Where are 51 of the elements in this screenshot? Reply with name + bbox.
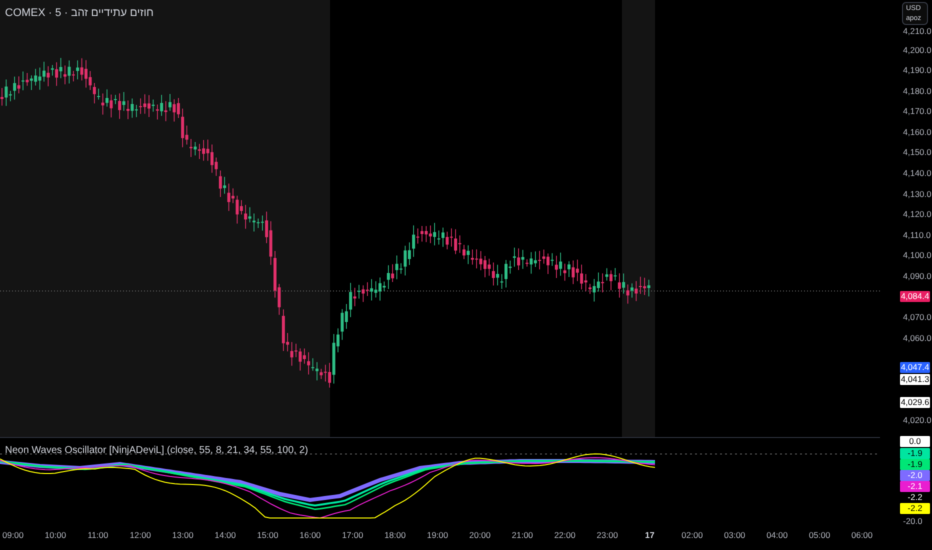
price-badge: 4,047.4 xyxy=(900,362,930,372)
time-tick: 10:00 xyxy=(44,529,66,542)
time-tick: 16:00 xyxy=(300,529,321,542)
price-tick: 4,150.0 xyxy=(903,147,932,158)
price-tick: 4,070.0 xyxy=(903,312,932,322)
time-tick: 05:00 xyxy=(808,529,830,542)
time-tick: 03:00 xyxy=(724,529,746,542)
price-tick: 4,170.0 xyxy=(903,106,932,116)
time-tick: 19:00 xyxy=(426,529,448,542)
chart-title: COMEX · 5 · חוזים עתידיים זהב xyxy=(5,6,154,21)
price-tick: 4,090.0 xyxy=(903,270,932,281)
time-tick: 11:00 xyxy=(88,529,108,542)
indicator-badge: -1.9 xyxy=(900,448,930,458)
price-tick: 4,140.0 xyxy=(903,168,932,178)
indicator-badge: -2.1 xyxy=(900,480,930,492)
time-tick: 17 xyxy=(645,529,654,542)
indicator-badge: 0.0 xyxy=(900,436,930,446)
time-tick: 14:00 xyxy=(214,529,236,542)
time-tick: 13:00 xyxy=(172,529,194,542)
price-badge: 4,041.3 xyxy=(900,374,930,384)
time-tick: 06:00 xyxy=(851,529,873,542)
indicator-badge: -2.2 xyxy=(900,502,930,514)
time-tick: 17:00 xyxy=(342,529,364,542)
time-tick: 04:00 xyxy=(766,529,788,542)
price-tick: 4,200.0 xyxy=(903,44,932,55)
price-tick: 4,120.0 xyxy=(903,209,932,220)
indicator-badge: -2.2 xyxy=(900,492,930,502)
time-tick: 22:00 xyxy=(554,529,576,542)
price-tick: 4,210.0 xyxy=(903,26,932,36)
time-tick: 09:00 xyxy=(2,529,24,542)
price-badge: 4,084.4 xyxy=(900,290,930,302)
price-tick: 4,180.0 xyxy=(903,86,932,96)
indicator-tick: -20.0 xyxy=(903,516,922,526)
indicator-title: Neon Waves Oscillator [NinjADeviL] (close, 55, 8, 21, 34, 55, 100, 2) xyxy=(5,444,308,458)
price-badge: 4,029.6 xyxy=(900,396,930,408)
price-tick: 4,160.0 xyxy=(903,126,932,137)
price-tick: 4,100.0 xyxy=(903,250,932,260)
price-tick: 4,060.0 xyxy=(903,332,932,343)
time-tick: 02:00 xyxy=(682,529,703,542)
price-tick: 4,190.0 xyxy=(903,65,932,76)
time-tick: 18:00 xyxy=(384,529,406,542)
time-tick: 20:00 xyxy=(469,529,491,542)
price-tick: 4,130.0 xyxy=(903,188,932,199)
indicator-badge: -1.9 xyxy=(900,458,930,470)
time-tick: 21:00 xyxy=(512,529,534,542)
time-tick: 23:00 xyxy=(596,529,618,542)
indicator-badge: -2.0 xyxy=(900,470,930,480)
time-tick: 12:00 xyxy=(130,529,151,542)
price-tick: 4,020.0 xyxy=(903,415,932,426)
price-tick: 4,110.0 xyxy=(903,230,931,240)
time-tick: 15:00 xyxy=(257,529,278,542)
